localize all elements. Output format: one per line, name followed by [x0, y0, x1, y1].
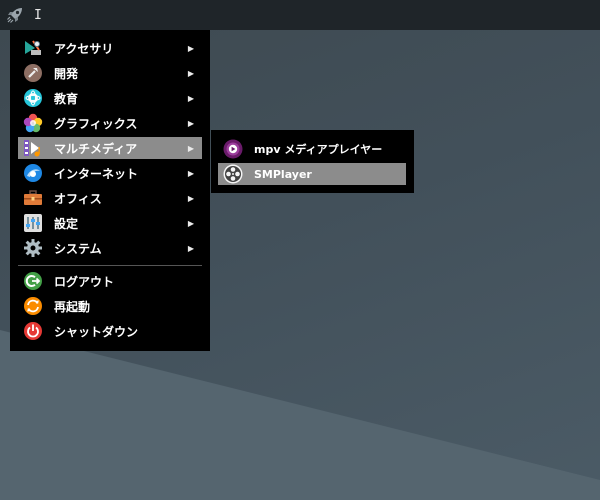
rocket-icon	[7, 8, 22, 23]
menu-item-accessories[interactable]: アクセサリ ▶	[18, 37, 202, 59]
menu-item-internet[interactable]: インターネット ▶	[18, 162, 202, 184]
reboot-icon	[22, 295, 44, 317]
submenu-arrow: ▶	[187, 193, 194, 203]
submenu-arrow: ▶	[187, 143, 194, 153]
top-panel: I	[0, 0, 600, 30]
menu-item-settings[interactable]: 設定 ▶	[18, 212, 202, 234]
submenu-arrow: ▶	[187, 118, 194, 128]
menu-item-multimedia[interactable]: マルチメディア ▶	[18, 137, 202, 159]
accessories-icon	[22, 37, 44, 59]
mpv-icon	[222, 138, 244, 160]
menu-item-system[interactable]: システム ▶	[18, 237, 202, 259]
submenu-item-smplayer[interactable]: SMPlayer	[218, 163, 406, 185]
submenu-arrow: ▶	[187, 243, 194, 253]
development-icon	[22, 62, 44, 84]
submenu-arrow: ▶	[187, 43, 194, 53]
submenu-arrow: ▶	[187, 218, 194, 228]
menu-item-shutdown[interactable]: シャットダウン	[18, 320, 202, 342]
menu-item-education[interactable]: 教育 ▶	[18, 87, 202, 109]
application-menu: アクセサリ ▶ 開発 ▶ 教育 ▶ グラフィックス ▶ マルチメディア ▶ イン…	[10, 30, 210, 351]
smplayer-icon	[222, 163, 244, 185]
settings-icon	[22, 212, 44, 234]
education-icon	[22, 87, 44, 109]
submenu-item-mpv[interactable]: mpv メディアプレイヤー	[218, 138, 406, 160]
menu-item-reboot[interactable]: 再起動	[18, 295, 202, 317]
menu-item-logout[interactable]: ログアウト	[18, 270, 202, 292]
submenu-arrow: ▶	[187, 168, 194, 178]
logout-icon	[22, 270, 44, 292]
menu-item-development[interactable]: 開発 ▶	[18, 62, 202, 84]
text-cursor: I	[34, 7, 42, 23]
multimedia-icon	[22, 137, 44, 159]
office-icon	[22, 187, 44, 209]
submenu-arrow: ▶	[187, 93, 194, 103]
menu-separator	[18, 265, 202, 266]
menu-item-office[interactable]: オフィス ▶	[18, 187, 202, 209]
shutdown-icon	[22, 320, 44, 342]
multimedia-submenu: mpv メディアプレイヤー SMPlayer	[211, 130, 414, 193]
menu-item-graphics[interactable]: グラフィックス ▶	[18, 112, 202, 134]
graphics-icon	[22, 112, 44, 134]
submenu-arrow: ▶	[187, 68, 194, 78]
system-icon	[22, 237, 44, 259]
internet-icon	[22, 162, 44, 184]
launcher-button[interactable]	[0, 0, 30, 30]
